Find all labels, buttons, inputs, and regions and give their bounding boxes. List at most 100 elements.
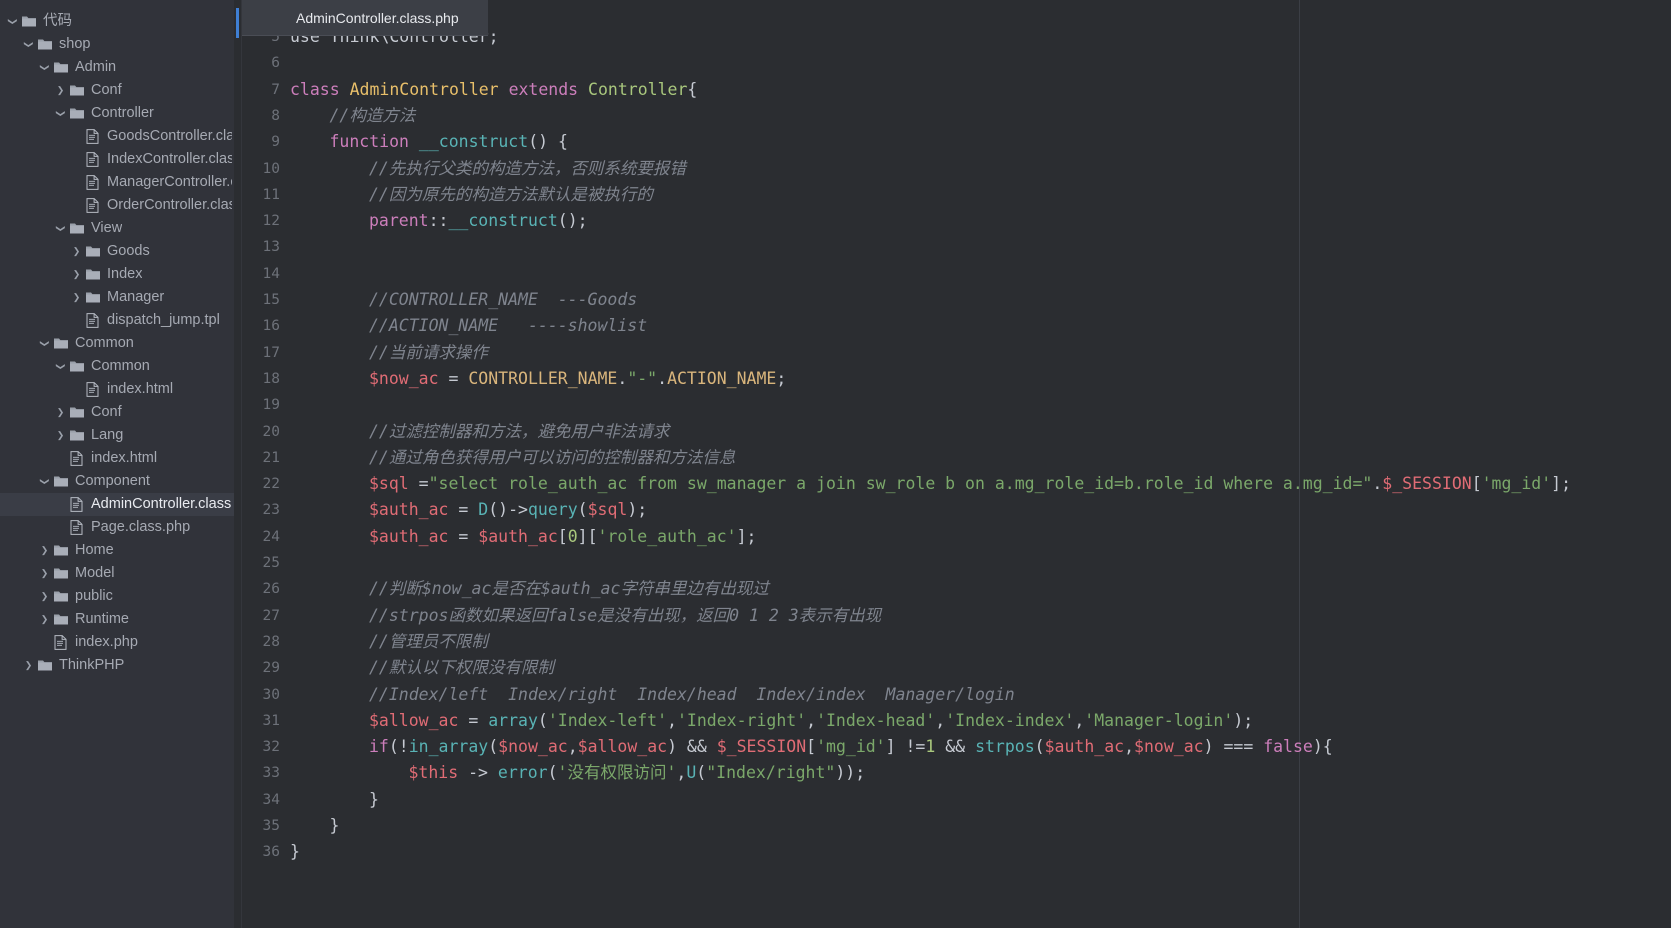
- project-tree[interactable]: ❯代码❯shop❯Admin❯Conf❯Controller❯GoodsCont…: [0, 10, 234, 677]
- code-line[interactable]: //默认以下权限没有限制: [369, 655, 554, 681]
- chevron-down-icon[interactable]: ❯: [1, 15, 24, 28]
- line-number: 7: [271, 81, 280, 98]
- tree-item-view[interactable]: ❯ View: [0, 217, 234, 240]
- editor-tab-adminmcontroller[interactable]: AdminController.class.php: [242, 0, 488, 36]
- code-token: (: [547, 763, 558, 783]
- code-line[interactable]: //因为原先的构造方法默认是被执行的: [369, 182, 653, 208]
- tree-item-admin[interactable]: ❯ Admin: [0, 56, 234, 79]
- code-line[interactable]: }: [330, 813, 340, 839]
- tree-item-shop[interactable]: ❯ shop: [0, 33, 234, 56]
- tree-item-common[interactable]: ❯ Common: [0, 332, 234, 355]
- chevron-right-icon[interactable]: ❯: [38, 562, 51, 585]
- code-line[interactable]: //ACTION_NAME ----showlist: [369, 313, 647, 339]
- code-line[interactable]: $allow_ac = array('Index-left','Index-ri…: [369, 708, 1253, 734]
- code-line[interactable]: function __construct() {: [330, 129, 568, 155]
- tree-item-manager[interactable]: ❯ Manager: [0, 286, 234, 309]
- code-token: 0: [567, 526, 578, 546]
- code-line[interactable]: //Index/left Index/right Index/head Inde…: [369, 682, 1015, 708]
- code-token: =: [448, 526, 479, 546]
- chevron-down-icon[interactable]: ❯: [33, 61, 56, 74]
- code-token: (: [1034, 737, 1045, 757]
- tree-item-index[interactable]: ❯ Index: [0, 263, 234, 286]
- tree-item-label: index.html: [91, 450, 158, 466]
- tree-item-label: Goods: [107, 243, 150, 259]
- editor-panel[interactable]: AdminController.class.php 5 6 7 8 9 10 11 12 13 1…: [234, 0, 1671, 928]
- code-line[interactable]: //strpos函数如果返回false是没有出现，返回0 1 2 3表示有出现: [369, 603, 881, 629]
- code-line[interactable]: if(!in_array($now_ac,$allow_ac) && $_SES…: [369, 734, 1333, 760]
- tree-item-runtime[interactable]: ❯ Runtime: [0, 608, 234, 631]
- tree-item-admincontroller-class-php[interactable]: ❯ AdminController.class.php: [0, 493, 234, 516]
- chevron-right-icon[interactable]: ❯: [38, 608, 51, 631]
- tree-item-public[interactable]: ❯ public: [0, 585, 234, 608]
- tree-item-goods[interactable]: ❯ Goods: [0, 240, 234, 263]
- code-line[interactable]: //先执行父类的构造方法，否则系统要报错: [369, 156, 686, 182]
- chevron-right-icon[interactable]: ❯: [54, 79, 67, 102]
- chevron-right-icon[interactable]: ❯: [22, 654, 35, 677]
- code-line[interactable]: //CONTROLLER_NAME ---Goods: [369, 287, 637, 313]
- code-line[interactable]: //过滤控制器和方法，避免用户非法请求: [369, 419, 669, 445]
- tree-item-lang[interactable]: ❯ Lang: [0, 424, 234, 447]
- line-number: 17: [262, 344, 280, 361]
- chevron-down-icon[interactable]: ❯: [49, 107, 72, 120]
- tree-item-conf[interactable]: ❯ Conf: [0, 79, 234, 102]
- code-line[interactable]: //判断$now_ac是否在$auth_ac字符串里边有出现过: [369, 576, 769, 602]
- tree-item-page-class-php[interactable]: ❯ Page.class.php: [0, 516, 234, 539]
- chevron-right-icon[interactable]: ❯: [38, 539, 51, 562]
- line-number: 30: [262, 686, 280, 703]
- tree-item-dispatch-jump-tpl[interactable]: ❯ dispatch_jump.tpl: [0, 309, 234, 332]
- code-line[interactable]: parent::__construct();: [369, 208, 588, 234]
- line-number: 27: [262, 607, 280, 624]
- tree-item-managercontroller-clas[interactable]: ❯ ManagerController.clas: [0, 171, 234, 194]
- tree-item-common[interactable]: ❯ Common: [0, 355, 234, 378]
- chevron-right-icon[interactable]: ❯: [54, 401, 67, 424]
- line-number-gutter[interactable]: 5 6 7 8 9 10 11 12 13 14 15 16 17 18 19 20 21 22 23 24 25 26 2…: [242, 0, 290, 928]
- code-content[interactable]: use Think\Controller; class AdminControll…: [290, 0, 1671, 928]
- code-line[interactable]: $this -> error('没有权限访问',U("Index/right")…: [409, 760, 866, 786]
- tree-item-label: index.html: [107, 381, 174, 397]
- code-line[interactable]: }: [290, 839, 300, 865]
- chevron-right-icon[interactable]: ❯: [38, 585, 51, 608]
- chevron-down-icon[interactable]: ❯: [33, 337, 56, 350]
- code-token: (!: [388, 737, 409, 757]
- code-line[interactable]: //当前请求操作: [369, 340, 488, 366]
- chevron-right-icon[interactable]: ❯: [54, 424, 67, 447]
- tree-item-component[interactable]: ❯ Component: [0, 470, 234, 493]
- code-line[interactable]: $auth_ac = D()->query($sql);: [369, 497, 647, 523]
- tree-item-indexcontroller-class-ph[interactable]: ❯ IndexController.class.ph: [0, 148, 234, 171]
- code-line[interactable]: //管理员不限制: [369, 629, 488, 655]
- tree-item-label: ManagerController.clas: [107, 174, 232, 190]
- tree-item-index-html[interactable]: ❯ index.html: [0, 378, 234, 401]
- tree-item-index-html[interactable]: ❯ index.html: [0, 447, 234, 470]
- tree-item-ordercontroller-class-ph[interactable]: ❯ OrderController.class.ph: [0, 194, 234, 217]
- code-line[interactable]: //通过角色获得用户可以访问的控制器和方法信息: [369, 445, 735, 471]
- code-line[interactable]: $sql ="select role_auth_ac from sw_manag…: [369, 471, 1571, 497]
- chevron-down-icon[interactable]: ❯: [17, 38, 40, 51]
- chevron-down-icon[interactable]: ❯: [49, 360, 72, 373]
- tree-item-controller[interactable]: ❯ Controller: [0, 102, 234, 125]
- project-tree-panel[interactable]: ❯代码❯shop❯Admin❯Conf❯Controller❯GoodsCont…: [0, 0, 234, 928]
- tree-item-goodscontroller-class-p[interactable]: ❯ GoodsController.class.p: [0, 125, 234, 148]
- code-token: .: [617, 368, 628, 388]
- code-token: ] !=: [885, 737, 926, 757]
- code-line[interactable]: //构造方法: [330, 103, 416, 129]
- chevron-right-icon[interactable]: ❯: [70, 263, 83, 286]
- chevron-right-icon[interactable]: ❯: [70, 286, 83, 309]
- tree-item-thinkphp[interactable]: ❯ ThinkPHP: [0, 654, 234, 677]
- chevron-down-icon[interactable]: ❯: [33, 475, 56, 488]
- folder-icon: [67, 428, 86, 444]
- tree-item-conf[interactable]: ❯ Conf: [0, 401, 234, 424]
- code-line[interactable]: class AdminController extends Controller…: [290, 77, 697, 103]
- code-line[interactable]: $auth_ac = $auth_ac[0]['role_auth_ac'];: [369, 524, 756, 550]
- code-line[interactable]: $now_ac = CONTROLLER_NAME."-".ACTION_NAM…: [369, 366, 786, 392]
- chevron-down-icon[interactable]: ❯: [49, 222, 72, 235]
- tree-item-index-php[interactable]: ❯ index.php: [0, 631, 234, 654]
- line-number: 34: [262, 791, 280, 808]
- tree-item-home[interactable]: ❯ Home: [0, 539, 234, 562]
- no-chevron-spacer: ❯: [54, 493, 67, 516]
- tree-item-model[interactable]: ❯ Model: [0, 562, 234, 585]
- code-line[interactable]: }: [369, 787, 379, 813]
- line-number: 18: [262, 370, 280, 387]
- tree-item-[interactable]: ❯ 代码: [0, 10, 234, 33]
- tree-item-label: IndexController.class.ph: [107, 151, 232, 167]
- chevron-right-icon[interactable]: ❯: [70, 240, 83, 263]
